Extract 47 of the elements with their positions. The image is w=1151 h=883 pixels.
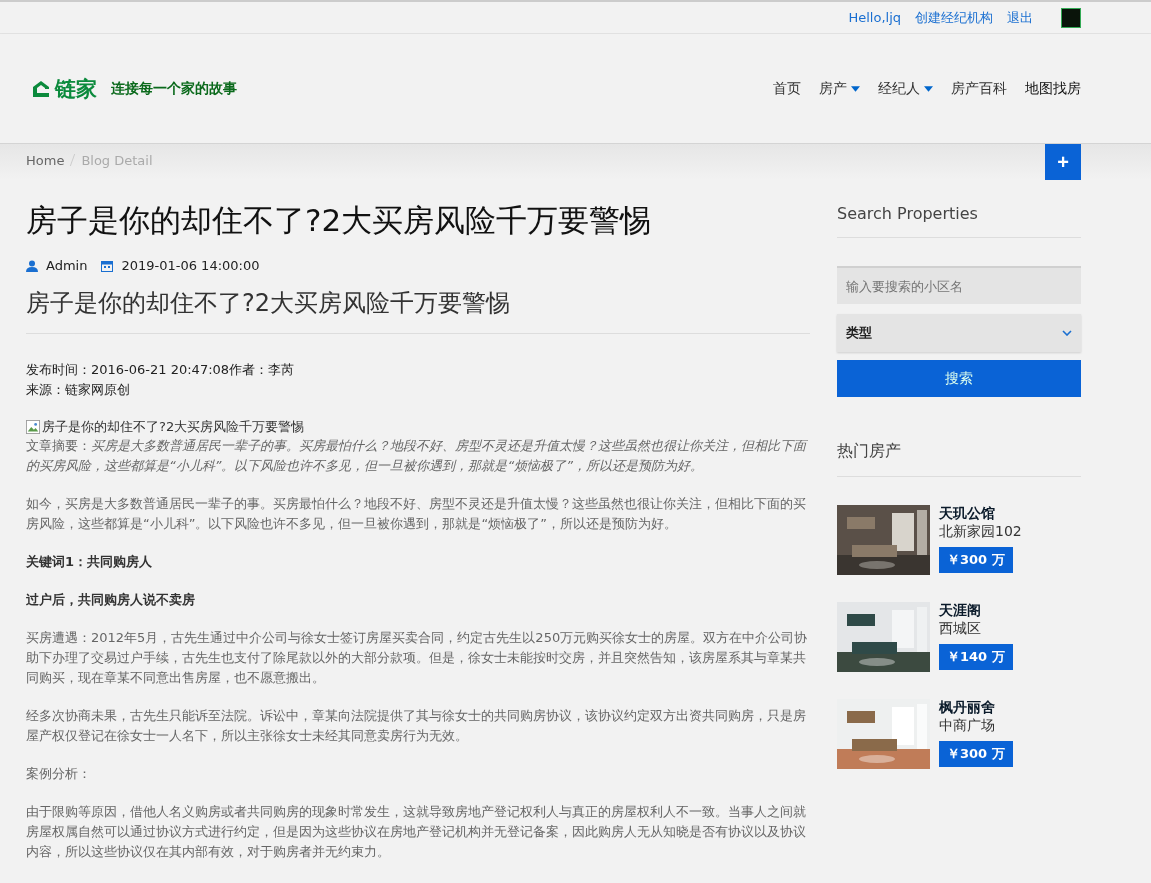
search-field[interactable]: 输入要搜索的小区名 [837,266,1081,304]
paragraph: 经多次协商未果，古先生只能诉至法院。诉讼中，章某向法院提供了其与徐女士的共同购房协议，该协议约定双方出资共同购房，只是房屋产权仅登记在徐女士一人名下，所以主张徐女士未经其同意卖房行为无效。 [26,707,807,745]
top-link[interactable]: 创建经纪机构 [915,8,993,27]
top-link[interactable]: Hello,ljq [848,10,901,25]
property-name[interactable]: 天涯阁 [939,602,981,620]
post-date: 2019-01-06 14:00:00 [121,258,260,273]
paragraph: 关键词1：共同购房人 [26,553,154,571]
paragraph: 案例分析： [26,765,92,783]
nav-item[interactable]: 经纪人 [878,79,933,98]
type-select[interactable]: 类型 [837,314,1081,352]
slogan: 连接每一个家的故事 [111,79,237,98]
broken-image-icon [26,420,40,434]
property-name[interactable]: 枫丹丽舍 [939,699,995,717]
logo-text: 链家 [55,75,97,103]
top-link[interactable]: 退出 [1007,8,1033,27]
square-icon [1061,7,1081,28]
calendar-icon [101,259,114,272]
breadcrumb-link[interactable]: Home [26,152,65,168]
price-tag: ￥300 万 [939,741,1013,767]
property-name[interactable]: 天玑公馆 [939,505,995,523]
nav-item[interactable]: 房产 [819,79,860,98]
nav-item[interactable]: 地图找房 [1025,79,1081,98]
sidebar-heading: 热门房产 [837,441,1081,477]
author-name: Admin [46,258,88,273]
nav-item[interactable]: 房产百科 [951,79,1007,98]
article-title: 房子是你的却住不了?2大买房风险千万要警惕 [26,201,653,240]
paragraph: 如今，买房是大多数普通居民一辈子的事。买房最怕什么？地段不好、房型不灵还是升值太慢？这些虽然也很让你关注，但相比下面的买房风险，这些都算是“小儿科”。以下风险也许不多见，但一旦被你遇到，那就是“烦恼极了”，所以还是预防为好。 [26,495,807,533]
article-meta: 发布时间：2016-06-21 20:47:08作者：李芮 [26,361,296,379]
price-tag: ￥140 万 [939,644,1013,670]
property-location: 中商广场 [939,717,995,735]
paragraph: 由于限购等原因，借他人名义购房或者共同购房的现象时常发生，这就导致房地产登记权利人与真正的房屋权利人不一致。当事人之间就房屋权属自然可以通过协议方式进行约定，但是因为这些协议在房地产登记机构并无登记备案，因此购房人无从知晓是否有协议以及协议内容，所以这些协议仅在其内部有效，对于购房者并无约束力。 [26,803,807,861]
search-button[interactable]: 搜索 [837,360,1081,397]
user-icon [26,259,38,272]
paragraph: 买房遭遇：2012年5月，古先生通过中介公司与徐女士签订房屋买卖合同，约定古先生以250万元购买徐女士的房屋。双方在中介公司协助下办理了交易过户手续，古先生也支付了除尾款以外的大部分款项。但是，徐女士未能按时交房，并且突然告知，该房屋系其与章某共同购买，现在章某不同意出售房屋，也不愿意搬出。 [26,629,809,687]
nav-item[interactable]: 首页 [773,79,801,98]
article-meta: 来源：链家网原创 [26,381,131,399]
article-subtitle: 房子是你的却住不了?2大买房风险千万要警惕 [26,287,810,334]
chevron-icon [1062,330,1072,336]
add-button[interactable]: + [1045,144,1081,180]
image-alt-text: 房子是你的却住不了?2大买房风险千万要警惕 [42,418,305,436]
paragraph: 文章摘要：买房是大多数普通居民一辈子的事。买房最怕什么？地段不好、房型不灵还是升值太慢？这些虽然也很让你关注，但相比下面的买房风险，这些都算是“小儿科”。以下风险也许不多见，但一旦被你遇到，那就是“烦恼极了”，所以还是预防为好。 [26,437,809,475]
property-location: 西城区 [939,620,981,638]
sidebar-heading: Search Properties [837,204,1081,238]
price-tag: ￥300 万 [939,547,1013,573]
property-location: 北新家园102 [939,523,1022,541]
paragraph: 过户后，共同购房人说不卖房 [26,591,196,609]
house-icon [31,78,51,99]
